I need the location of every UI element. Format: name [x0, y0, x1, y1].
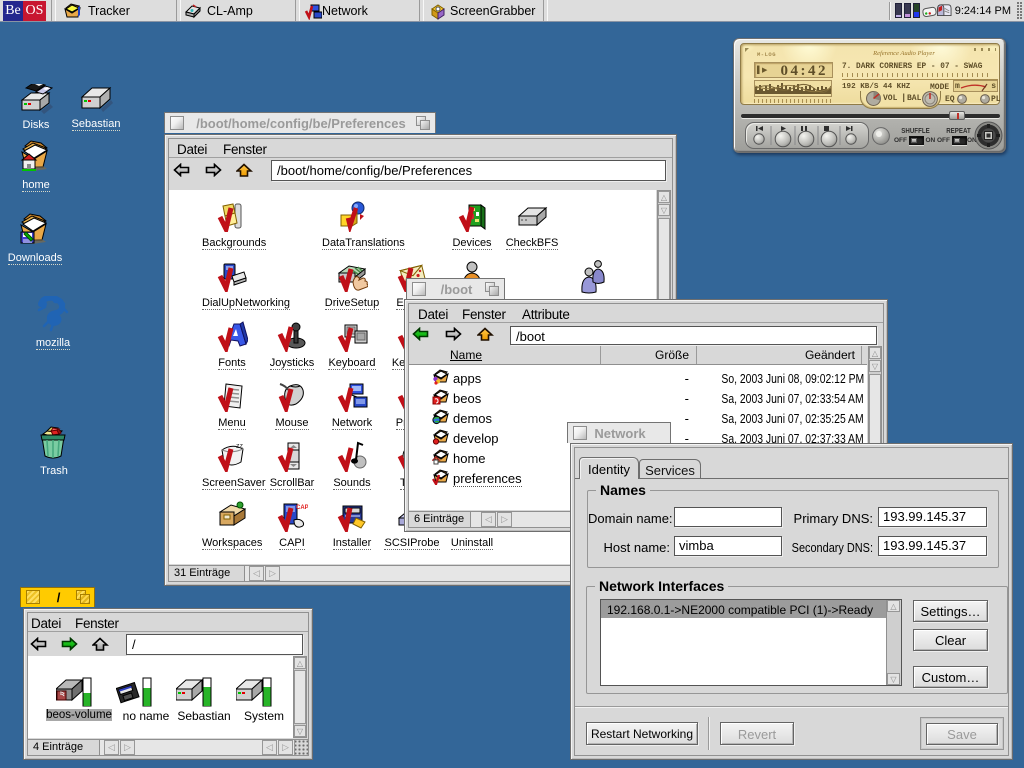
- svg-text:zz: zz: [236, 443, 244, 450]
- svg-text:CAPI: CAPI: [296, 505, 308, 511]
